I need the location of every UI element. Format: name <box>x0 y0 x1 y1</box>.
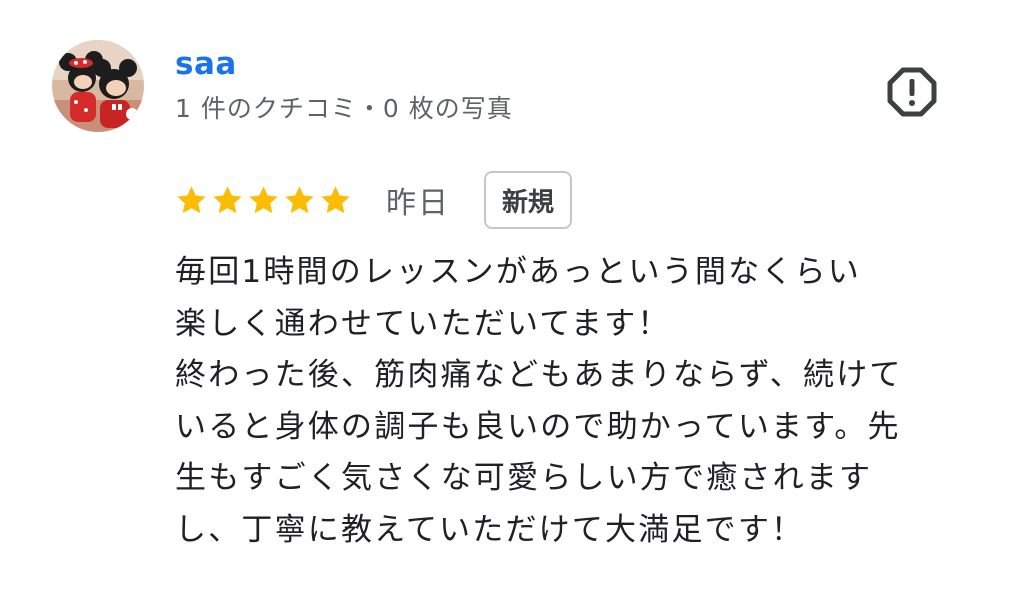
star-icon <box>211 184 244 217</box>
avatar[interactable] <box>52 40 144 132</box>
review-text-line: 毎回1時間のレッスンがあっという間なくらい <box>175 254 861 290</box>
review-text-line: し、丁寧に教えていただけて大満足です！ <box>175 511 805 548</box>
star-icon <box>283 184 316 217</box>
review-text-line: いると身体の調子も良いので助かっています。先 <box>175 408 901 445</box>
review-text-line: 生もすごく気さくな可愛らしい方で癒されます <box>175 460 873 496</box>
star-icon <box>319 184 352 217</box>
reviewer-name[interactable]: saa <box>175 44 237 84</box>
star-icon <box>175 184 208 217</box>
star-icon <box>247 184 280 217</box>
new-badge: 新規 <box>484 171 573 229</box>
review-date: 昨日 <box>386 186 450 221</box>
reviewer-meta: 1 件のクチコミ・0 枚の写真 <box>175 94 513 123</box>
star-rating <box>175 184 352 217</box>
review-text: 毎回1時間のレッスンがあっという間なくらい 楽しく通わせていただいてます！ 終わった… <box>175 247 975 556</box>
review-text-line: 終わった後、筋肉痛などもあまりならず、続けて <box>175 357 903 393</box>
report-flag-icon[interactable] <box>885 65 939 119</box>
rating-row: 昨日 新規 <box>175 170 573 230</box>
review-card: saa 1 件のクチコミ・0 枚の写真 昨日 新規 毎回1時間のレッスンがあっと… <box>0 0 1024 596</box>
review-text-line: 楽しく通わせていただいてます！ <box>175 305 671 342</box>
